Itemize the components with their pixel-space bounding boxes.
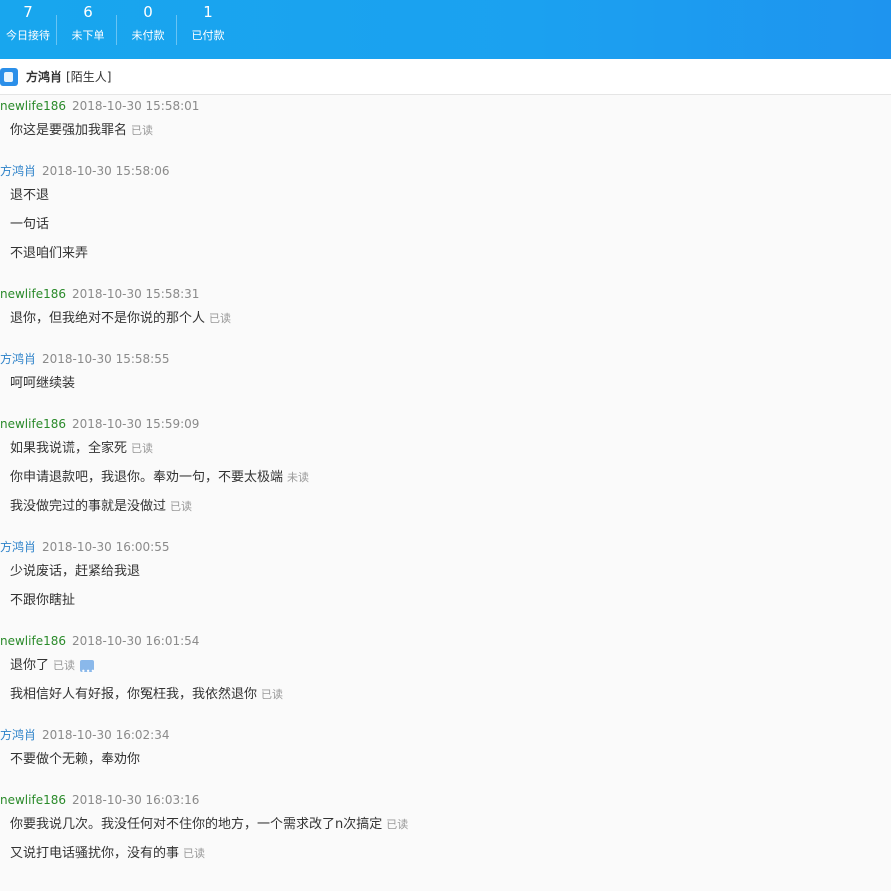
chat-history[interactable]: newlife186 2018-10-30 15:58:01 你这是要强加我罪名 已读… (0, 96, 891, 891)
message-text: 退不退 (10, 188, 50, 203)
stat-received-today[interactable]: 7 今日接待 (0, 0, 60, 59)
message-line[interactable]: 退你，但我绝对不是你说的那个人 已读 (0, 304, 891, 333)
message-header: newlife186 2018-10-30 15:59:09 (0, 414, 891, 434)
sender-name[interactable]: newlife186 (0, 99, 66, 113)
message-timestamp: 2018-10-30 15:58:06 (42, 164, 170, 178)
message-line[interactable]: 我相信好人有好报，你冤枉我，我依然退你 已读 (0, 680, 891, 709)
sender-name[interactable]: 方鸿肖 (0, 728, 36, 742)
message-text: 不退咱们来弄 (10, 246, 89, 261)
message-header: 方鸿肖 2018-10-30 15:58:06 (0, 161, 891, 181)
message-line[interactable]: 我没做完过的事就是没做过 已读 (0, 492, 891, 521)
message-line[interactable]: 不要做个无赖，奉劝你 (0, 745, 891, 774)
read-status: 已读 (131, 124, 154, 137)
message-text: 我相信好人有好报，你冤枉我，我依然退你 (10, 687, 258, 702)
message-line[interactable]: 你申请退款吧，我退你。奉劝一句，不要太极端 未读 (0, 463, 891, 492)
read-status: 已读 (183, 847, 206, 860)
stat-label: 未下单 (71, 29, 105, 42)
message-line[interactable]: 退不退 (0, 181, 891, 210)
message-group: 方鸿肖 2018-10-30 15:58:55 呵呵继续装 (0, 349, 891, 398)
sender-name[interactable]: 方鸿肖 (0, 352, 36, 366)
read-status: 已读 (261, 688, 284, 701)
message-text: 一句话 (10, 217, 50, 232)
sender-name[interactable]: 方鸿肖 (0, 540, 36, 554)
message-text: 退你了 (10, 658, 50, 673)
more-options-icon[interactable] (80, 657, 95, 686)
message-group: newlife186 2018-10-30 15:58:31 退你，但我绝对不是你说… (0, 284, 891, 333)
message-timestamp: 2018-10-30 16:01:54 (71, 634, 200, 648)
stat-paid[interactable]: 1 已付款 (176, 0, 240, 59)
stat-not-ordered[interactable]: 6 未下单 (56, 0, 120, 59)
message-header: newlife186 2018-10-30 16:03:16 (0, 790, 891, 810)
message-text: 你要我说几次。我没任何对不住你的地方，一个需求改了n次搞定 (10, 817, 383, 832)
message-text: 少说废话，赶紧给我退 (10, 564, 141, 579)
message-text: 如果我说谎，全家死 (10, 441, 128, 456)
sender-name[interactable]: newlife186 (0, 287, 66, 301)
read-status: 已读 (386, 818, 409, 831)
message-group: newlife186 2018-10-30 16:03:16 你要我说几次。我没任何… (0, 790, 891, 868)
message-group: newlife186 2018-10-30 15:58:01 你这是要强加我罪名 已读 (0, 96, 891, 145)
message-text: 你这是要强加我罪名 (10, 123, 128, 138)
message-group: newlife1862018-10-30 16:01:54退你了已读我相信好人有… (0, 631, 891, 709)
message-line[interactable]: 呵呵继续装 (0, 369, 891, 398)
read-status: 已读 (170, 500, 193, 513)
message-timestamp: 2018-10-30 15:58:01 (71, 99, 200, 113)
message-line[interactable]: 又说打电话骚扰你，没有的事 已读 (0, 839, 891, 868)
sender-name[interactable]: 方鸿肖 (0, 164, 36, 178)
message-text: 我没做完过的事就是没做过 (10, 499, 167, 514)
message-line[interactable]: 如果我说谎，全家死 已读 (0, 434, 891, 463)
message-header: newlife186 2018-10-30 15:58:01 (0, 96, 891, 116)
message-text: 又说打电话骚扰你，没有的事 (10, 846, 180, 861)
message-text: 呵呵继续装 (10, 376, 76, 391)
message-group: 方鸿肖 2018-10-30 16:00:55 少说废话，赶紧给我退 不跟你瞎扯 (0, 537, 891, 615)
message-text: 不跟你瞎扯 (10, 593, 76, 608)
stat-label: 今日接待 (6, 29, 50, 42)
message-group: 方鸿肖 2018-10-30 16:02:34 不要做个无赖，奉劝你 (0, 725, 891, 774)
message-text: 你申请退款吧，我退你。奉劝一句，不要太极端 (10, 470, 284, 485)
read-status: 已读 (131, 442, 154, 455)
sender-name[interactable]: newlife186 (0, 417, 66, 431)
stat-value: 1 (203, 3, 213, 21)
sender-name[interactable]: newlife186 (0, 793, 66, 807)
message-line[interactable]: 少说废话，赶紧给我退 (0, 557, 891, 586)
message-timestamp: 2018-10-30 15:59:09 (71, 417, 200, 431)
message-header: newlife186 2018-10-30 16:01:54 (0, 631, 891, 651)
message-text: 退你，但我绝对不是你说的那个人 (10, 311, 206, 326)
message-header: 方鸿肖 2018-10-30 16:02:34 (0, 725, 891, 745)
message-line[interactable]: 你这是要强加我罪名 已读 (0, 116, 891, 145)
contact-avatar-icon[interactable] (0, 67, 18, 86)
stats-bar: 7 今日接待 6 未下单 0 未付款 1 已付款 (0, 0, 891, 59)
read-status: 已读 (53, 659, 76, 672)
message-timestamp: 2018-10-30 15:58:55 (42, 352, 170, 366)
read-status: 已读 (209, 312, 232, 325)
message-header: 方鸿肖 2018-10-30 15:58:55 (0, 349, 891, 369)
read-status: 未读 (287, 471, 310, 484)
stat-value: 7 (23, 3, 33, 21)
stat-label: 已付款 (191, 29, 225, 42)
message-header: newlife186 2018-10-30 15:58:31 (0, 284, 891, 304)
message-timestamp: 2018-10-30 16:00:55 (42, 540, 170, 554)
message-timestamp: 2018-10-30 16:02:34 (42, 728, 170, 742)
message-group: newlife186 2018-10-30 15:59:09 如果我说谎，全家死 已读… (0, 414, 891, 521)
stat-unpaid[interactable]: 0 未付款 (116, 0, 180, 59)
stat-label: 未付款 (131, 29, 165, 42)
sender-name[interactable]: newlife186 (0, 634, 66, 648)
message-group: 方鸿肖 2018-10-30 15:58:06 退不退一句话不退咱们来弄 (0, 161, 891, 268)
message-timestamp: 2018-10-30 15:58:31 (71, 287, 200, 301)
contact-tag: [陌生人] (66, 70, 112, 84)
contact-name[interactable]: 方鸿肖 (26, 68, 62, 85)
message-line[interactable]: 不跟你瞎扯 (0, 586, 891, 615)
message-line[interactable]: 退你了 已读 (0, 651, 891, 686)
message-line[interactable]: 你要我说几次。我没任何对不住你的地方，一个需求改了n次搞定 已读 (0, 810, 891, 839)
stat-value: 6 (83, 3, 93, 21)
message-timestamp: 2018-10-30 16:03:16 (71, 793, 200, 807)
stat-value: 0 (143, 3, 153, 21)
message-line[interactable]: 一句话 (0, 210, 891, 239)
message-line[interactable]: 不退咱们来弄 (0, 239, 891, 268)
contact-header: 方鸿肖 [陌生人] (0, 59, 891, 95)
message-text: 不要做个无赖，奉劝你 (10, 752, 141, 767)
message-header: 方鸿肖 2018-10-30 16:00:55 (0, 537, 891, 557)
